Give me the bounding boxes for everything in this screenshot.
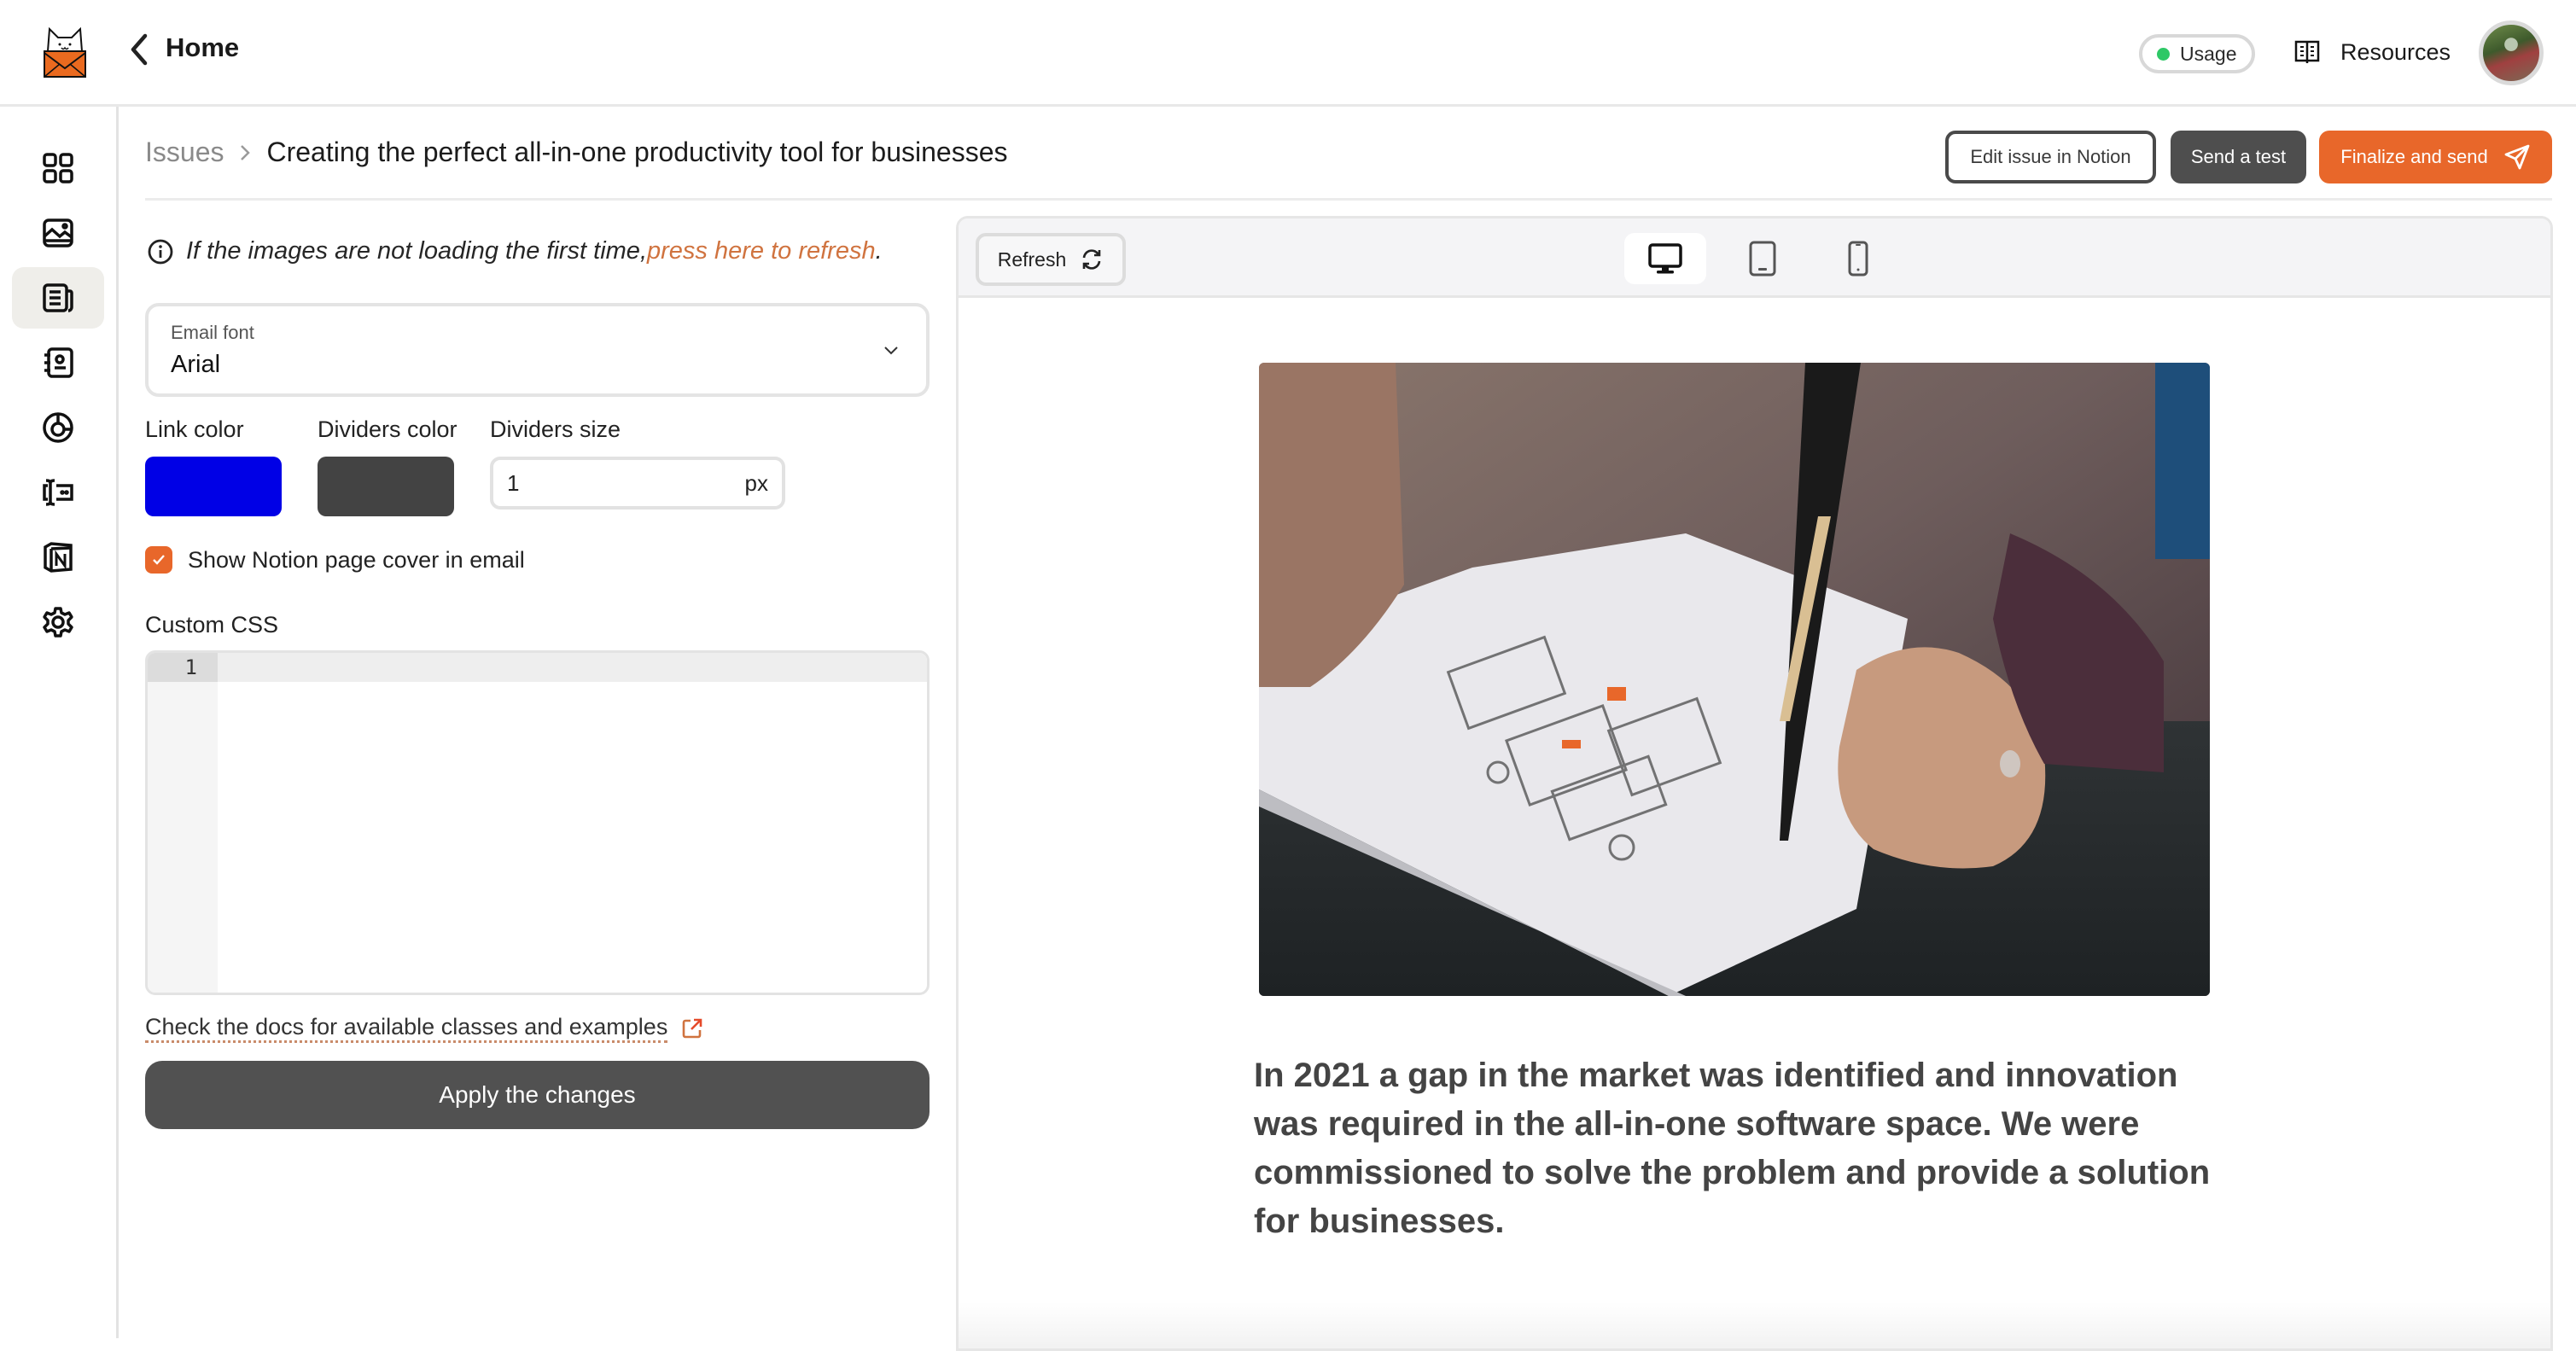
- preview-body: In 2021 a gap in the market was identifi…: [959, 300, 2550, 1348]
- chevron-down-icon: [884, 346, 898, 355]
- address-book-icon: [44, 347, 73, 378]
- top-header: Home Usage Resources: [0, 0, 2576, 107]
- dividers-size-field[interactable]: px: [490, 457, 785, 510]
- gear-icon: [43, 607, 73, 638]
- sidebar-item-media[interactable]: [12, 202, 104, 264]
- send-icon: [2504, 144, 2530, 170]
- finalize-send-button[interactable]: Finalize and send: [2319, 131, 2552, 183]
- email-preview-panel: Refresh In 2021 a gap in the market was …: [956, 216, 2553, 1351]
- show-cover-checkbox[interactable]: [145, 546, 172, 574]
- resources-label: Resources: [2340, 38, 2451, 65]
- pie-chart-icon: [43, 412, 73, 443]
- refresh-preview-button[interactable]: Refresh: [976, 233, 1126, 286]
- sidebar-item-forms[interactable]: [12, 462, 104, 523]
- page-title: Home: [166, 32, 240, 62]
- resources-button[interactable]: Resources: [2294, 32, 2451, 72]
- line-number: 1: [148, 653, 218, 682]
- apply-changes-button[interactable]: Apply the changes: [145, 1061, 930, 1129]
- show-cover-toggle[interactable]: Show Notion page cover in email: [145, 546, 525, 574]
- user-avatar[interactable]: [2479, 20, 2544, 85]
- image-icon: [43, 218, 73, 247]
- dividers-color-picker[interactable]: [318, 457, 454, 516]
- usage-label: Usage: [2180, 43, 2237, 65]
- custom-css-label: Custom CSS: [145, 612, 279, 638]
- refresh-images-link[interactable]: press here to refresh: [647, 237, 876, 265]
- usage-button[interactable]: Usage: [2139, 34, 2256, 73]
- email-paragraph: In 2021 a gap in the market was identifi…: [1254, 1057, 2211, 1240]
- editor-active-line: [148, 653, 927, 682]
- refresh-label: Refresh: [997, 247, 1067, 271]
- notion-icon: [44, 542, 73, 573]
- dividers-size-label: Dividers size: [490, 416, 621, 442]
- edit-in-notion-button[interactable]: Edit issue in Notion: [1945, 131, 2156, 183]
- desktop-icon: [1648, 243, 1682, 274]
- checkmark-icon: [153, 555, 165, 565]
- sidebar-item-contacts[interactable]: [12, 332, 104, 393]
- editor-gutter: [148, 653, 218, 993]
- docs-link-text[interactable]: Check the docs for available classes and…: [145, 1014, 668, 1043]
- email-font-select[interactable]: Email font Arial: [145, 303, 930, 397]
- link-color-picker[interactable]: [145, 457, 282, 516]
- cat-mail-logo-icon[interactable]: [39, 24, 90, 79]
- sidebar: [0, 107, 119, 1338]
- refresh-icon: [1082, 249, 1101, 270]
- cover-image: [1259, 363, 2210, 996]
- device-mobile-button[interactable]: [1817, 233, 1899, 284]
- sidebar-item-dashboard[interactable]: [12, 137, 104, 199]
- breadcrumb: Issues Creating the perfect all-in-one p…: [145, 137, 1007, 168]
- breadcrumb-current: Creating the perfect all-in-one producti…: [266, 137, 1008, 167]
- device-desktop-button[interactable]: [1624, 233, 1706, 284]
- custom-css-editor[interactable]: 1: [145, 650, 930, 995]
- device-tablet-button[interactable]: [1722, 233, 1804, 284]
- finalize-send-label: Finalize and send: [2340, 146, 2488, 167]
- bottom-fade: [959, 1302, 2550, 1348]
- info-icon: [148, 239, 173, 264]
- chevron-left-icon[interactable]: [126, 31, 152, 68]
- notice-suffix: .: [875, 237, 883, 265]
- status-dot-icon: [2157, 48, 2170, 61]
- email-font-value: Arial: [171, 351, 221, 378]
- show-cover-label: Show Notion page cover in email: [188, 546, 525, 573]
- link-color-label: Link color: [145, 416, 244, 442]
- breadcrumb-issues-link[interactable]: Issues: [145, 137, 224, 168]
- image-loading-notice: If the images are not loading the first …: [147, 237, 883, 265]
- text-cursor-icon: [43, 479, 73, 506]
- external-link-icon: [683, 1018, 702, 1039]
- sidebar-item-settings[interactable]: [12, 591, 104, 653]
- sidebar-item-notion[interactable]: [12, 527, 104, 588]
- docs-link[interactable]: Check the docs for available classes and…: [145, 1014, 703, 1043]
- chevron-right-icon: [241, 144, 251, 160]
- notice-text: If the images are not loading the first …: [186, 237, 647, 265]
- book-open-icon: [2294, 40, 2320, 63]
- preview-toolbar: Refresh: [959, 218, 2550, 298]
- grid-icon: [43, 153, 73, 183]
- tablet-icon: [1749, 241, 1776, 277]
- divider: [145, 198, 2552, 201]
- dividers-size-input[interactable]: [507, 469, 678, 497]
- newspaper-icon: [43, 283, 73, 312]
- sidebar-item-analytics[interactable]: [12, 397, 104, 458]
- dividers-color-label: Dividers color: [318, 416, 458, 442]
- sidebar-item-issues[interactable]: [12, 267, 104, 329]
- email-font-label: Email font: [171, 322, 254, 343]
- px-unit: px: [744, 469, 768, 496]
- send-test-button[interactable]: Send a test: [2171, 131, 2306, 183]
- mobile-icon: [1848, 241, 1868, 277]
